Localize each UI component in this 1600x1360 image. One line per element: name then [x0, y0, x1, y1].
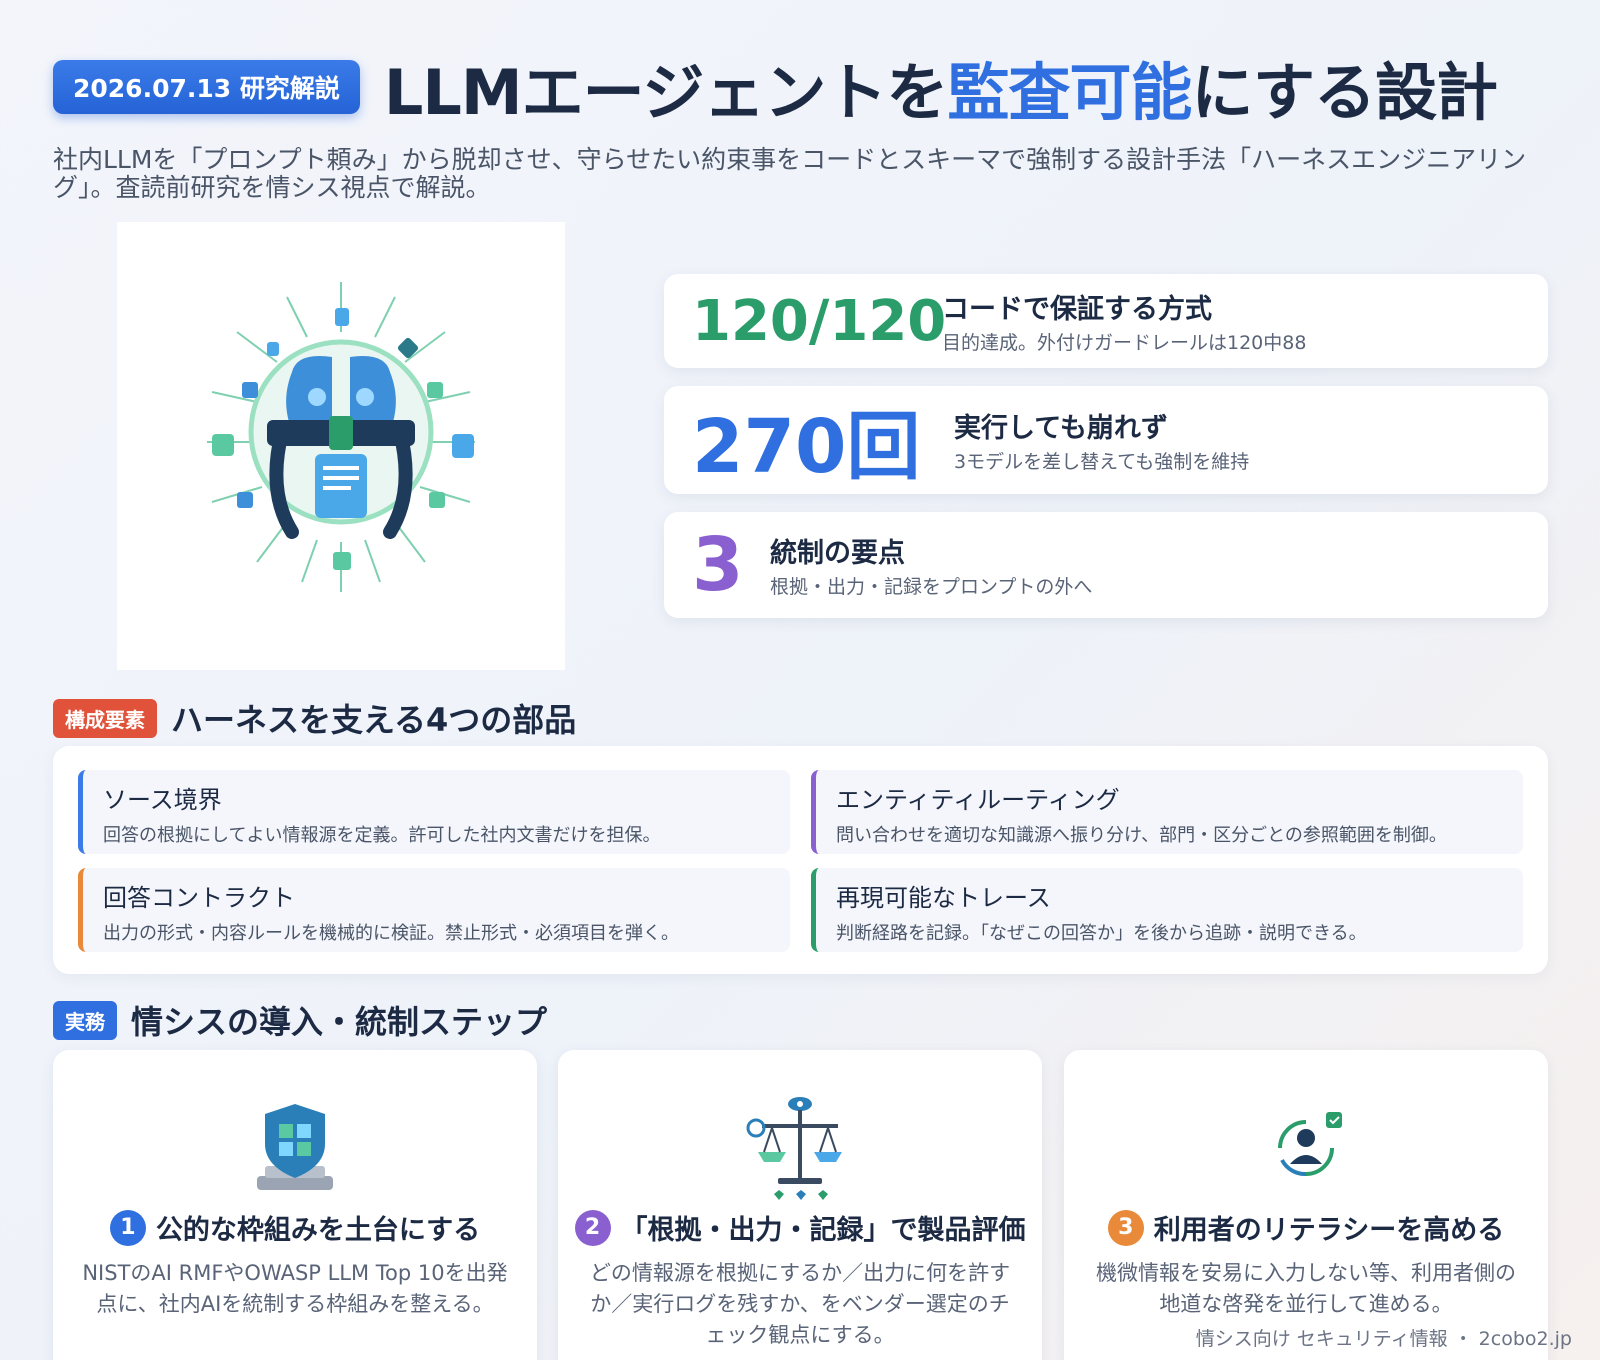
- step-desc: 機微情報を安易に入力しない等、利用者側の地道な啓発を並行して進める。: [1096, 1261, 1516, 1316]
- step-heading: 1 公的な枠組みを土台にする: [53, 1208, 537, 1247]
- component-desc: 出力の形式・内容ルールを機械的に検証。禁止形式・必須項目を弾く。: [103, 923, 679, 944]
- component-item: 回答コントラクト 出力の形式・内容ルールを機械的に検証。禁止形式・必須項目を弾く…: [78, 868, 790, 952]
- stat-text: 実行しても崩れず 3モデルを差し替えても強制を維持: [954, 406, 1249, 474]
- step-card-3: 3 利用者のリテラシーを高める 機微情報を安易に入力しない等、利用者側の地道な啓…: [1064, 1050, 1548, 1360]
- components-panel: ソース境界 回答の根拠にしてよい情報源を定義。許可した社内文書だけを担保。 エン…: [53, 746, 1548, 974]
- stat-card-1: 120/120 コードで保証する方式 目的達成。外付けガードレールは120中88: [664, 274, 1548, 368]
- step-desc: NISTのAI RMFやOWASP LLM Top 10を出発点に、社内AIを統…: [82, 1261, 508, 1316]
- stat-text: 統制の要点 根拠・出力・記録をプロンプトの外へ: [770, 531, 1092, 599]
- title-part1: LLMエージェントを: [383, 56, 948, 129]
- section-tag: 実務: [53, 1000, 117, 1040]
- component-title: 回答コントラクト: [103, 884, 295, 912]
- component-title: ソース境界: [103, 786, 222, 814]
- component-title: エンティティルーティング: [836, 786, 1120, 814]
- component-desc: 判断経路を記録。「なぜこの回答か」を後から追跡・説明できる。: [836, 923, 1367, 944]
- step-heading: 2 「根拠・出力・記録」で製品評価: [558, 1208, 1042, 1247]
- step-heading: 3 利用者のリテラシーを高める: [1064, 1208, 1548, 1247]
- component-item: エンティティルーティング 問い合わせを適切な知識源へ振り分け、部門・区分ごとの参…: [811, 770, 1523, 854]
- stat-label: 統制の要点: [770, 538, 905, 569]
- footer-credit: 情シス向け セキュリティ情報 ・ 2cobo2.jp: [1195, 1328, 1572, 1350]
- shield-blocks-icon: [235, 1090, 355, 1210]
- step-title: 公的な枠組みを土台にする: [155, 1215, 481, 1246]
- stat-card-2: 270回 実行しても崩れず 3モデルを差し替えても強制を維持: [664, 386, 1548, 494]
- step-card-2: 2 「根拠・出力・記録」で製品評価 どの情報源を根拠にするか／出力に何を許すか／…: [558, 1050, 1042, 1360]
- section-title: 情シスの導入・統制ステップ: [131, 1003, 548, 1041]
- stat-card-3: 3 統制の要点 根拠・出力・記録をプロンプトの外へ: [664, 512, 1548, 618]
- header: 2026.07.13 研究解説 LLMエージェントを監査可能にする設計 社内LL…: [53, 42, 1553, 202]
- step-number: 1: [109, 1209, 146, 1246]
- component-item: ソース境界 回答の根拠にしてよい情報源を定義。許可した社内文書だけを担保。: [78, 770, 790, 854]
- page-title: LLMエージェントを監査可能にする設計: [383, 42, 1498, 132]
- hero-illustration: [117, 222, 565, 670]
- stat-desc: 3モデルを差し替えても強制を維持: [954, 451, 1250, 473]
- balance-scale-icon: [740, 1090, 860, 1210]
- component-item: 再現可能なトレース 判断経路を記録。「なぜこの回答か」を後から追跡・説明できる。: [811, 868, 1523, 952]
- stat-desc: 目的達成。外付けガードレールは120中88: [942, 332, 1307, 354]
- components-section-header: 構成要素 ハーネスを支える4つの部品: [53, 695, 576, 741]
- section-tag: 構成要素: [53, 698, 157, 738]
- stat-label: コードで保証する方式: [942, 294, 1212, 325]
- component-desc: 問い合わせを適切な知識源へ振り分け、部門・区分ごとの参照範囲を制御。: [836, 825, 1447, 846]
- step-desc: どの情報源を根拠にするか／出力に何を許すか／実行ログを残すか、をベンダー選定のチ…: [589, 1261, 1011, 1347]
- stat-number: 270回: [692, 403, 921, 490]
- component-title: 再現可能なトレース: [836, 884, 1051, 912]
- step-number: 3: [1107, 1209, 1144, 1246]
- title-part2: にする設計: [1191, 56, 1498, 129]
- stat-desc: 根拠・出力・記録をプロンプトの外へ: [770, 576, 1093, 598]
- stat-number: 120/120: [692, 288, 947, 354]
- user-cycle-icon: [1246, 1090, 1366, 1210]
- step-number: 2: [574, 1209, 611, 1246]
- step-card-1: 1 公的な枠組みを土台にする NISTのAI RMFやOWASP LLM Top…: [53, 1050, 537, 1360]
- section-title: ハーネスを支える4つの部品: [171, 701, 577, 739]
- component-desc: 回答の根拠にしてよい情報源を定義。許可した社内文書だけを担保。: [103, 825, 661, 846]
- title-highlight: 監査可能: [947, 56, 1192, 129]
- stat-label: 実行しても崩れず: [954, 413, 1168, 444]
- stat-number: 3: [692, 522, 744, 608]
- date-badge: 2026.07.13 研究解説: [53, 60, 360, 114]
- ai-brain-harness-icon: [207, 282, 475, 592]
- step-title: 「根拠・出力・記録」で製品評価: [620, 1215, 1026, 1246]
- practice-section-header: 実務 情シスの導入・統制ステップ: [53, 997, 547, 1043]
- page-subtitle: 社内LLMを「プロンプト頼み」から脱却させ、守らせたい約束事をコードとスキーマで…: [53, 145, 1527, 202]
- stat-text: コードで保証する方式 目的達成。外付けガードレールは120中88: [942, 287, 1306, 355]
- step-title: 利用者のリテラシーを高める: [1153, 1215, 1505, 1246]
